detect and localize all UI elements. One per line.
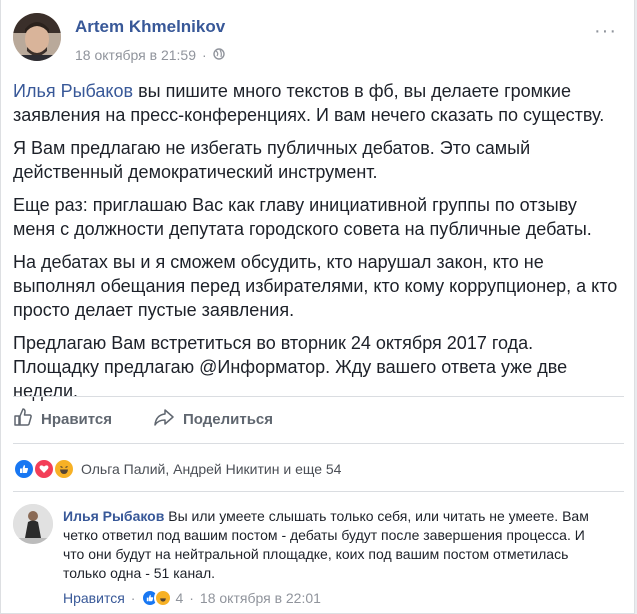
mention-link[interactable]: Илья Рыбаков bbox=[13, 81, 133, 101]
footer-dot: · bbox=[189, 590, 194, 606]
like-button[interactable]: Нравится bbox=[13, 407, 112, 431]
divider bbox=[13, 396, 624, 397]
post-paragraph-3: Еще раз: приглашаю Вас как главу инициат… bbox=[13, 195, 592, 239]
post-paragraph-1: Илья Рыбаков вы пишите много текстов в ф… bbox=[13, 81, 605, 125]
post-paragraph-2: Я Вам предлагаю не избегать публичных де… bbox=[13, 138, 531, 182]
share-button[interactable]: Поделиться bbox=[153, 407, 273, 431]
haha-reaction-icon bbox=[53, 458, 75, 480]
like-reaction-icon bbox=[13, 458, 35, 480]
post-paragraph-5: Предлагаю Вам встретиться во вторник 24 … bbox=[13, 333, 568, 401]
globe-icon bbox=[212, 47, 225, 63]
author-avatar[interactable] bbox=[13, 13, 61, 61]
comment-footer: Нравится · 4 · 18 октября в 22:01 bbox=[63, 589, 321, 607]
haha-reaction-icon bbox=[154, 589, 173, 607]
comment-like-link[interactable]: Нравится bbox=[63, 590, 125, 606]
post-body: Илья Рыбаков вы пишите много текстов в ф… bbox=[13, 79, 623, 412]
meta-separator: · bbox=[202, 47, 207, 63]
reactions-summary[interactable]: Ольга Палий, Андрей Никитин и еще 54 bbox=[13, 458, 341, 480]
share-icon bbox=[153, 407, 175, 431]
post-meta: 18 октября в 21:59 · bbox=[75, 47, 225, 63]
reaction-names[interactable]: Ольга Палий, Андрей Никитин и еще 54 bbox=[81, 461, 341, 477]
commenter-avatar[interactable] bbox=[13, 504, 53, 544]
divider bbox=[13, 491, 624, 492]
like-label: Нравится bbox=[41, 410, 113, 428]
commenter-name[interactable]: Илья Рыбаков bbox=[63, 508, 164, 524]
post-paragraph-4: На дебатах вы и я сможем обсудить, кто н… bbox=[13, 252, 618, 320]
post-timestamp[interactable]: 18 октября в 21:59 bbox=[75, 47, 196, 63]
post-author-name[interactable]: Artem Khmelnikov bbox=[75, 17, 225, 37]
comment-reactions[interactable]: 4 bbox=[141, 589, 183, 607]
thumbs-up-icon bbox=[13, 407, 33, 431]
comment: Илья Рыбаков Вы или умеете слышать тольк… bbox=[63, 507, 608, 583]
divider bbox=[13, 443, 624, 444]
comment-timestamp[interactable]: 18 октября в 22:01 bbox=[200, 590, 321, 606]
post-card: Artem Khmelnikov 18 октября в 21:59 · ··… bbox=[0, 0, 635, 614]
share-label: Поделиться bbox=[183, 410, 274, 428]
post-options-icon[interactable]: ··· bbox=[594, 20, 617, 43]
post-actions: Нравится Поделиться bbox=[1, 403, 636, 435]
comment-reaction-count: 4 bbox=[175, 590, 184, 606]
love-reaction-icon bbox=[33, 458, 55, 480]
footer-dot: · bbox=[130, 590, 136, 606]
